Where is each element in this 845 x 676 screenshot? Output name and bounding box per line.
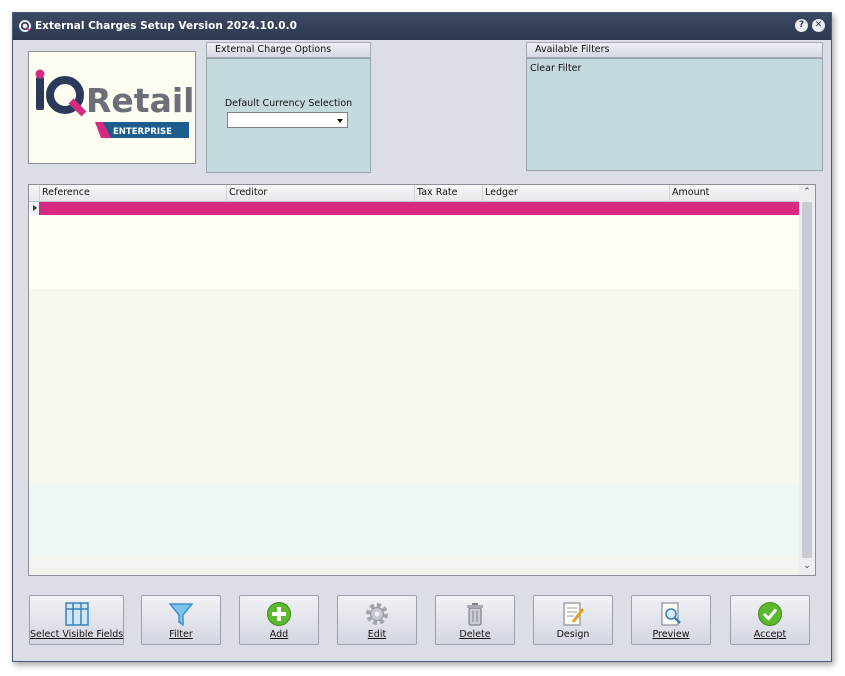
- select-visible-fields-label: Select Visible Fields: [30, 629, 124, 640]
- select-visible-fields-button[interactable]: Select Visible Fields: [29, 595, 124, 645]
- logo-badge-text: ENTERPRISE: [113, 127, 172, 137]
- grid-band: [29, 485, 799, 555]
- help-button[interactable]: ?: [795, 19, 808, 32]
- gear-icon: [366, 603, 388, 625]
- add-button[interactable]: Add: [239, 595, 319, 645]
- accept-label: Accept: [753, 629, 787, 640]
- grid-header: Reference Creditor Tax Rate Ledger Amoun…: [29, 185, 799, 202]
- delete-label: Delete: [459, 629, 491, 640]
- options-group-header: External Charge Options: [206, 42, 371, 58]
- edit-button[interactable]: Edit: [337, 595, 417, 645]
- grid-band: [29, 215, 799, 289]
- vertical-scrollbar[interactable]: ⌃ ⌄: [799, 185, 815, 575]
- logo-retail-text: Retail: [86, 81, 194, 120]
- column-header-reference[interactable]: Reference: [39, 185, 226, 201]
- accept-button[interactable]: Accept: [730, 595, 810, 645]
- plus-circle-icon: [267, 602, 291, 626]
- currency-dropdown[interactable]: [227, 112, 348, 128]
- dropdown-arrow-icon[interactable]: [337, 119, 343, 123]
- window-title: External Charges Setup Version 2024.10.0…: [35, 20, 297, 32]
- preview-label: Preview: [652, 629, 690, 640]
- columns-icon: [64, 602, 89, 626]
- grid-band: [29, 555, 799, 575]
- delete-button[interactable]: Delete: [435, 595, 515, 645]
- design-button[interactable]: Design: [533, 595, 613, 645]
- row-pointer-icon: [33, 205, 37, 211]
- trash-icon: [467, 603, 483, 626]
- funnel-icon: [168, 603, 194, 627]
- filter-item-clear[interactable]: Clear Filter: [530, 63, 581, 74]
- column-header-creditor[interactable]: Creditor: [226, 185, 414, 201]
- charges-grid: Reference Creditor Tax Rate Ledger Amoun…: [28, 184, 816, 576]
- filter-button[interactable]: Filter: [141, 595, 221, 645]
- preview-button[interactable]: Preview: [631, 595, 711, 645]
- grid-band: [29, 289, 799, 485]
- main-window: External Charges Setup Version 2024.10.0…: [12, 12, 832, 662]
- scroll-thumb[interactable]: [802, 202, 812, 558]
- options-group-panel: Default Currency Selection: [206, 58, 371, 173]
- add-label: Add: [269, 629, 289, 640]
- edit-label: Edit: [367, 629, 387, 640]
- design-label: Design: [556, 629, 590, 640]
- title-bar: External Charges Setup Version 2024.10.0…: [13, 13, 831, 40]
- filter-label: Filter: [169, 629, 193, 640]
- scroll-down-icon[interactable]: ⌄: [799, 561, 815, 571]
- filters-group-header: Available Filters: [526, 42, 823, 58]
- column-header-amount[interactable]: Amount: [669, 185, 799, 201]
- column-header-tax-rate[interactable]: Tax Rate: [414, 185, 482, 201]
- currency-label: Default Currency Selection: [224, 98, 353, 109]
- row-indicator[interactable]: [30, 202, 39, 215]
- selected-row[interactable]: [39, 202, 799, 215]
- column-header-ledger[interactable]: Ledger: [482, 185, 669, 201]
- pencil-document-icon: [563, 602, 585, 626]
- checkmark-icon: [758, 602, 782, 626]
- app-icon: [19, 20, 31, 32]
- magnifier-document-icon: [661, 602, 681, 626]
- company-logo: Retail ENTERPRISE: [28, 51, 196, 164]
- filters-panel: Clear Filter: [526, 58, 823, 171]
- iq-retail-logo: Retail ENTERPRISE: [35, 69, 194, 138]
- close-button[interactable]: ✕: [812, 19, 825, 32]
- scroll-up-icon[interactable]: ⌃: [799, 187, 815, 197]
